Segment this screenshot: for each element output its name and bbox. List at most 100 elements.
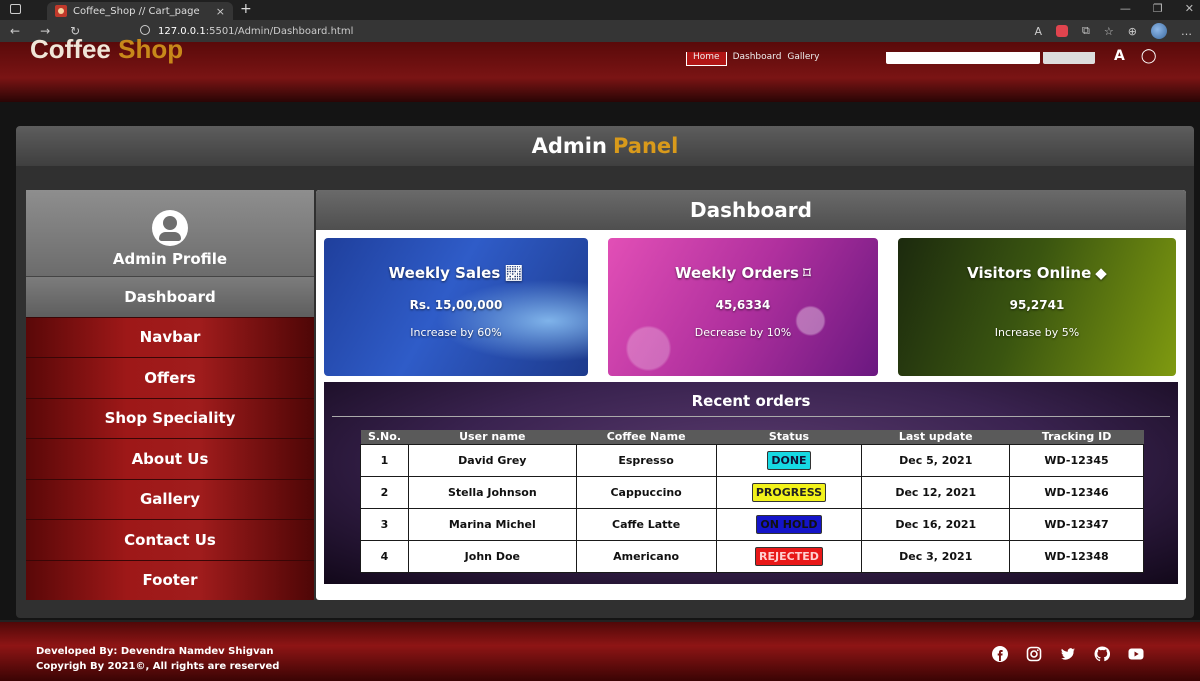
sidebar-item-offers[interactable]: Offers	[26, 357, 314, 398]
sidebar-item-footer[interactable]: Footer	[26, 559, 314, 600]
cell-updated: Dec 12, 2021	[861, 475, 1011, 509]
cell-user: Marina Michel	[407, 507, 577, 541]
cell-sno: 3	[360, 507, 409, 541]
sidebar-item-label: Dashboard	[124, 287, 216, 306]
read-aloud-icon[interactable]: A	[1035, 25, 1043, 38]
url-path: :5501/Admin/Dashboard.html	[205, 26, 354, 37]
extension-icons: A ⧉ ☆ ⊕ …	[1035, 23, 1192, 39]
header-icons: A ◯	[1114, 48, 1157, 64]
twitter-icon[interactable]	[1060, 646, 1076, 662]
col-header-last-update: Last update	[861, 430, 1010, 444]
card-title-wrap: Weekly Orders ⌑	[675, 264, 811, 282]
browser-tab-bar: Coffee_Shop // Cart_page × + — ❐ ✕	[0, 0, 1200, 20]
cell-user: John Doe	[407, 539, 577, 573]
cell-coffee: Caffe Latte	[575, 507, 717, 541]
admin-sidebar: Admin Profile Dashboard Navbar Offers Sh…	[26, 190, 314, 600]
sidebar-item-label: Contact Us	[124, 530, 216, 549]
social-links	[992, 646, 1144, 662]
col-header-username: User name	[408, 430, 577, 444]
close-window-icon[interactable]: ✕	[1185, 2, 1194, 15]
admin-profile-label: Admin Profile	[112, 250, 228, 268]
col-header-tracking: Tracking ID	[1009, 430, 1144, 444]
cell-user: Stella Johnson	[407, 475, 577, 509]
status-badge: DONE	[767, 450, 811, 470]
col-header-coffee: Coffee Name	[576, 430, 717, 444]
search-input[interactable]	[886, 52, 1040, 64]
cell-tracking: WD-12346	[1009, 475, 1144, 509]
col-header-status: Status	[716, 430, 862, 444]
facebook-icon[interactable]	[992, 646, 1008, 662]
chart-line-icon: 📈︎	[504, 264, 524, 282]
cell-status: REJECTED	[715, 539, 863, 573]
cell-user: David Grey	[407, 443, 577, 477]
close-tab-icon[interactable]: ×	[216, 5, 225, 18]
table-row: 1 David Grey Espresso DONE Dec 5, 2021 W…	[360, 443, 1144, 477]
cell-coffee: Americano	[575, 539, 717, 573]
collections-icon[interactable]: ⊕	[1128, 25, 1137, 38]
sidebar-item-gallery[interactable]: Gallery	[26, 478, 314, 519]
weekly-orders-card: Weekly Orders ⌑ 45,6334 Decrease by 10%	[608, 238, 878, 376]
nav-dashboard[interactable]: Dashboard	[733, 52, 782, 66]
sidebar-item-navbar[interactable]: Navbar	[26, 316, 314, 357]
status-badge: ON HOLD	[756, 514, 822, 534]
card-title: Weekly Orders	[675, 264, 799, 282]
youtube-icon[interactable]	[1128, 646, 1144, 662]
more-icon[interactable]: …	[1181, 25, 1192, 38]
cell-status: ON HOLD	[715, 507, 863, 541]
cart-icon[interactable]: A	[1114, 48, 1125, 64]
table-row: 4 John Doe Americano REJECTED Dec 3, 202…	[360, 539, 1144, 573]
pocket-icon[interactable]	[1056, 25, 1069, 37]
restore-icon[interactable]: ❐	[1153, 2, 1163, 15]
table-row: 2 Stella Johnson Cappuccino PROGRESS Dec…	[360, 475, 1144, 509]
new-tab-icon[interactable]: +	[240, 1, 252, 17]
sidebar-item-dashboard[interactable]: Dashboard	[26, 276, 314, 317]
card-value: 95,2741	[1009, 298, 1065, 312]
sidebar-item-label: Navbar	[139, 328, 201, 347]
sidebar-item-shop-speciality[interactable]: Shop Speciality	[26, 397, 314, 438]
card-title-wrap: Weekly Sales 📈︎	[389, 264, 524, 282]
favorites-icon[interactable]: ☆	[1104, 25, 1114, 38]
tab-title: Coffee_Shop // Cart_page	[73, 5, 200, 17]
cell-tracking: WD-12345	[1009, 443, 1144, 477]
site-header: Coffee Shop Home Dashboard Gallery A ◯	[0, 34, 1200, 102]
card-title: Weekly Sales	[388, 264, 501, 282]
profile-avatar[interactable]	[1151, 23, 1167, 39]
sidebar-item-contact-us[interactable]: Contact Us	[26, 519, 314, 560]
bookmark-icon: ⌑	[802, 264, 811, 282]
github-icon[interactable]	[1094, 646, 1110, 662]
col-header-sno: S.No.	[360, 430, 409, 444]
card-subtext: Decrease by 10%	[694, 326, 792, 339]
developer-credit: Developed By: Devendra Namdev Shigvan	[36, 646, 274, 657]
table-row: 3 Marina Michel Caffe Latte ON HOLD Dec …	[360, 507, 1144, 541]
cell-status: DONE	[715, 443, 863, 477]
status-badge: REJECTED	[755, 546, 823, 566]
site-footer: Developed By: Devendra Namdev Shigvan Co…	[0, 620, 1200, 681]
dashboard-panel: Dashboard Weekly Sales 📈︎ Rs. 15,00,000 I…	[316, 190, 1186, 600]
browser-tab[interactable]: Coffee_Shop // Cart_page ×	[47, 2, 233, 20]
nav-home[interactable]: Home	[686, 52, 727, 66]
back-icon[interactable]: ←	[10, 24, 20, 38]
instagram-icon[interactable]	[1026, 646, 1042, 662]
extensions-icon[interactable]: ⧉	[1082, 24, 1090, 38]
card-value: 45,6334	[715, 298, 771, 312]
sidebar-item-about-us[interactable]: About Us	[26, 438, 314, 479]
admin-title-main: Admin	[531, 134, 607, 158]
sidebar-item-label: About Us	[131, 449, 209, 468]
site-logo[interactable]: Coffee Shop	[30, 34, 183, 65]
search-button[interactable]	[1043, 52, 1095, 64]
minimize-icon[interactable]: —	[1120, 2, 1131, 15]
tab-actions-icon[interactable]	[10, 4, 21, 14]
diamond-icon: ◆	[1095, 264, 1107, 282]
sidebar-item-label: Gallery	[139, 490, 201, 509]
footer-credits: Developed By: Devendra Namdev Shigvan Co…	[36, 644, 279, 674]
admin-profile[interactable]: Admin Profile	[26, 190, 314, 276]
card-subtext: Increase by 5%	[994, 326, 1080, 339]
visitors-online-card: Visitors Online ◆ 95,2741 Increase by 5%	[898, 238, 1176, 376]
recent-orders-table: S.No. User name Coffee Name Status Last …	[360, 430, 1144, 573]
admin-title-accent: Panel	[612, 134, 679, 158]
cell-status: PROGRESS	[715, 475, 863, 509]
copyright-text: Copyrigh By 2021©, All rights are reserv…	[36, 661, 280, 672]
nav-gallery[interactable]: Gallery	[787, 52, 819, 66]
cell-tracking: WD-12348	[1009, 539, 1144, 573]
user-icon[interactable]: ◯	[1141, 48, 1157, 64]
